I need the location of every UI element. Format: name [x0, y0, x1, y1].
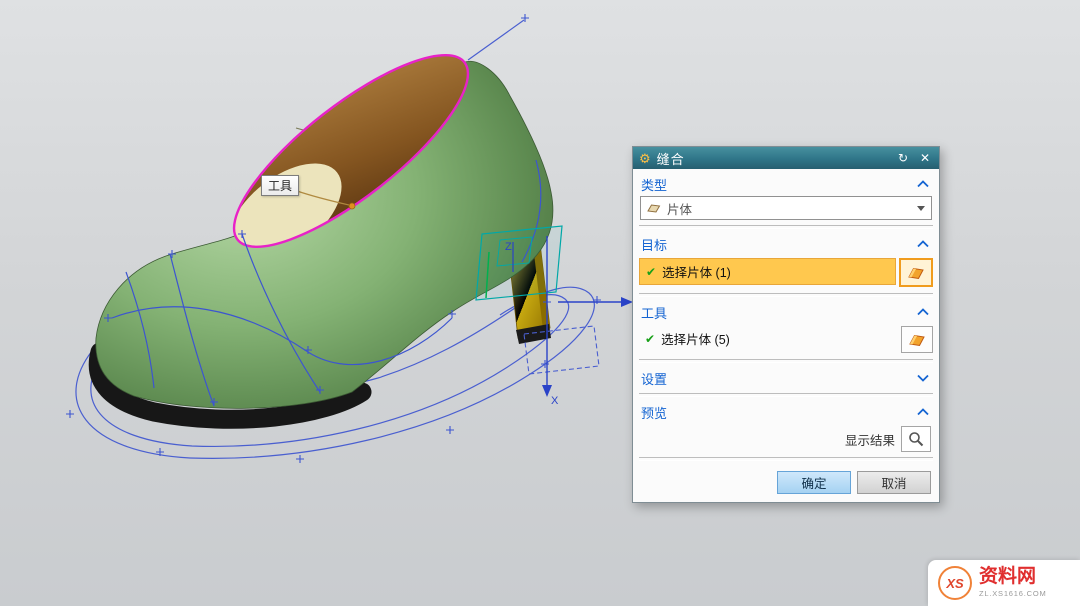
separator	[639, 457, 933, 461]
axis-x-label: X	[551, 395, 559, 407]
show-result-label: 显示结果	[845, 430, 895, 449]
gear-icon: ⚙	[639, 152, 651, 165]
reset-button[interactable]: ↻	[895, 152, 911, 164]
type-section-label: 类型	[641, 175, 667, 194]
sheet-body-orange-icon	[907, 265, 925, 280]
settings-section-label: 设置	[641, 369, 667, 388]
target-select-sheet[interactable]: ✔ 选择片体 (1)	[639, 258, 896, 285]
tool-selection-label: 选择片体 (5)	[661, 329, 730, 348]
tool-section-label: 工具	[641, 303, 667, 322]
preview-section-label: 预览	[641, 403, 667, 422]
dialog-buttons: 确定 取消	[639, 464, 933, 495]
separator	[639, 359, 933, 363]
section-header-tool[interactable]: 工具	[639, 300, 933, 324]
check-icon: ✔	[645, 332, 655, 346]
show-result-button[interactable]	[901, 426, 931, 452]
target-selection-row: ✔ 选择片体 (1)	[639, 258, 933, 287]
target-selection-label: 选择片体 (1)	[662, 262, 731, 281]
ok-button[interactable]: 确定	[777, 471, 851, 494]
section-header-target[interactable]: 目标	[639, 232, 933, 256]
cancel-button[interactable]: 取消	[857, 471, 931, 494]
target-sheet-body-button[interactable]	[899, 258, 933, 287]
dashed-datum-rect	[524, 326, 599, 374]
tool-selection-row: ✔ 选择片体 (5)	[639, 326, 933, 353]
chevron-up-icon	[917, 240, 929, 248]
chevron-up-icon	[917, 180, 929, 188]
watermark-logo: XS	[938, 566, 972, 600]
section-header-preview[interactable]: 预览	[639, 400, 933, 424]
tool-tooltip: 工具	[261, 175, 299, 196]
chevron-up-icon	[917, 408, 929, 416]
preview-row: 显示结果	[639, 424, 933, 454]
separator	[639, 293, 933, 297]
dropdown-arrow-icon	[917, 206, 925, 211]
section-header-settings[interactable]: 设置	[639, 366, 933, 390]
chevron-down-icon	[917, 374, 929, 382]
separator	[639, 225, 933, 229]
section-header-type[interactable]: 类型	[639, 172, 933, 196]
check-icon: ✔	[646, 265, 656, 279]
dialog-body: 类型 片体 目标 ✔ 选择片体 (1)	[633, 169, 939, 502]
tool-select-sheet[interactable]: ✔ 选择片体 (5)	[639, 326, 898, 351]
top-guide-curve	[468, 20, 524, 60]
watermark-badge: XS 资料网 ZL.XS1616.COM	[928, 560, 1080, 606]
close-button[interactable]: ✕	[917, 152, 933, 164]
separator	[639, 393, 933, 397]
chevron-up-icon	[917, 308, 929, 316]
target-section-label: 目标	[641, 235, 667, 254]
magnifier-icon	[908, 431, 924, 447]
sheet-body-orange-icon	[908, 332, 926, 347]
tool-sheet-body-button[interactable]	[901, 326, 933, 353]
sheet-body-icon	[647, 202, 661, 214]
dialog-titlebar[interactable]: ⚙ 缝合 ↻ ✕	[633, 147, 939, 169]
dialog-title: 缝合	[657, 149, 889, 168]
type-dropdown-value: 片体	[667, 199, 911, 218]
type-dropdown[interactable]: 片体	[640, 196, 932, 220]
sew-dialog: ⚙ 缝合 ↻ ✕ 类型 片体 目标 ✔	[632, 146, 940, 503]
watermark-url: ZL.XS1616.COM	[979, 590, 1047, 598]
watermark-brand: 资料网	[979, 567, 1047, 588]
axis-z-label: Z	[505, 241, 512, 253]
